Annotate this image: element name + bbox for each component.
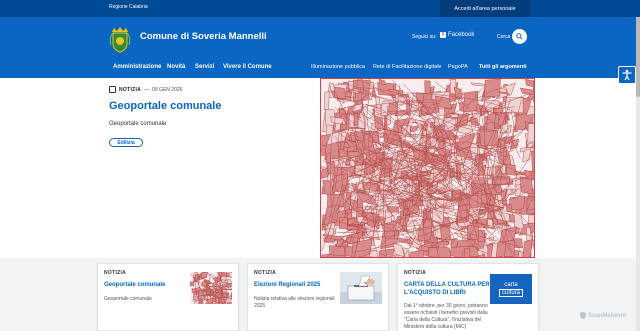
scrollbar-thumb[interactable]	[636, 17, 640, 97]
logo-text: cultura	[498, 288, 523, 297]
carta-cultura-logo: carta cultura	[490, 274, 532, 304]
region-link[interactable]: Regione Calabria	[109, 4, 148, 10]
card-text: Dal 1° ottobre, per 30 giorni, potranno …	[404, 303, 488, 330]
accessibility-button[interactable]	[618, 66, 636, 84]
nav-novita[interactable]: Novità	[167, 64, 185, 70]
hero-title[interactable]: Geoportale comunale	[109, 100, 221, 112]
logo-text: carta	[504, 281, 518, 288]
shield-icon	[580, 312, 586, 319]
hero-tag: NOTIZIA	[119, 86, 142, 93]
facebook-link[interactable]: f Facebook	[440, 32, 474, 38]
facebook-label: Facebook	[448, 32, 475, 38]
nav-tutti-gli-argomenti[interactable]: Tutti gli argomenti	[479, 64, 527, 70]
nav-vivere-il-comune[interactable]: Vivere il Comune	[223, 64, 272, 70]
news-card[interactable]: NOTIZIA CARTA DELLA CULTURA PER L'ACQUIS…	[397, 263, 539, 331]
nav-servizi[interactable]: Servizi	[195, 64, 214, 70]
card-ballot-image	[340, 272, 382, 304]
card-tag: NOTIZIA	[404, 270, 427, 276]
search-button[interactable]	[512, 29, 527, 44]
nav-rete-facilitazione[interactable]: Rete di Facilitazione digitale	[373, 64, 441, 70]
top-bar: Regione Calabria Accedi all'area persona…	[0, 0, 640, 17]
site-header: Comune di Soveria Mannelli Seguici su: f…	[0, 17, 640, 78]
card-map-thumbnail	[190, 272, 232, 304]
nav-amministrazione[interactable]: Amministrazione	[113, 64, 161, 70]
separator: —	[144, 86, 150, 93]
card-tag: NOTIZIA	[104, 270, 127, 276]
facebook-icon: f	[440, 32, 446, 38]
nav-pagopa[interactable]: PagoPA	[448, 64, 468, 70]
news-card[interactable]: NOTIZIA Geoportale comunale Geoportale c…	[97, 263, 239, 331]
municipal-crest-icon[interactable]	[109, 27, 131, 53]
card-tag: NOTIZIA	[254, 270, 277, 276]
cadastral-map-image	[321, 79, 534, 257]
card-title[interactable]: Elezioni Regionali 2025	[254, 282, 342, 290]
accessibility-icon	[622, 69, 632, 81]
card-text: Notizia relativa alle elezioni regionali…	[254, 296, 335, 309]
card-title[interactable]: CARTA DELLA CULTURA PER L'ACQUISTO DI LI…	[404, 282, 492, 297]
search-label: Cerca	[497, 34, 511, 40]
card-text: Geoportale comunale	[104, 296, 152, 302]
hero-map-image[interactable]	[320, 78, 535, 258]
hero-meta: NOTIZIA — 09 GEN 2026	[109, 86, 182, 93]
follow-label: Seguici su:	[412, 34, 437, 40]
calendar-icon	[109, 86, 116, 93]
watermark: ScanMalware	[580, 312, 626, 319]
watermark-text: ScanMalware	[588, 312, 627, 319]
news-card[interactable]: NOTIZIA Elezioni Regionali 2025 Notizia …	[247, 263, 389, 331]
card-title[interactable]: Geoportale comunale	[104, 282, 192, 290]
login-button[interactable]: Accedi all'area personale	[440, 0, 530, 17]
hero-date: 09 GEN 2026	[152, 86, 183, 93]
topic-chip[interactable]: Edilizia	[109, 138, 143, 147]
hero-description: Geoportale comunale	[109, 121, 167, 127]
search-icon	[516, 33, 523, 40]
site-title[interactable]: Comune di Soveria Mannelli	[140, 31, 267, 42]
nav-illuminazione-pubblica[interactable]: Illuminazione pubblica	[311, 64, 365, 70]
